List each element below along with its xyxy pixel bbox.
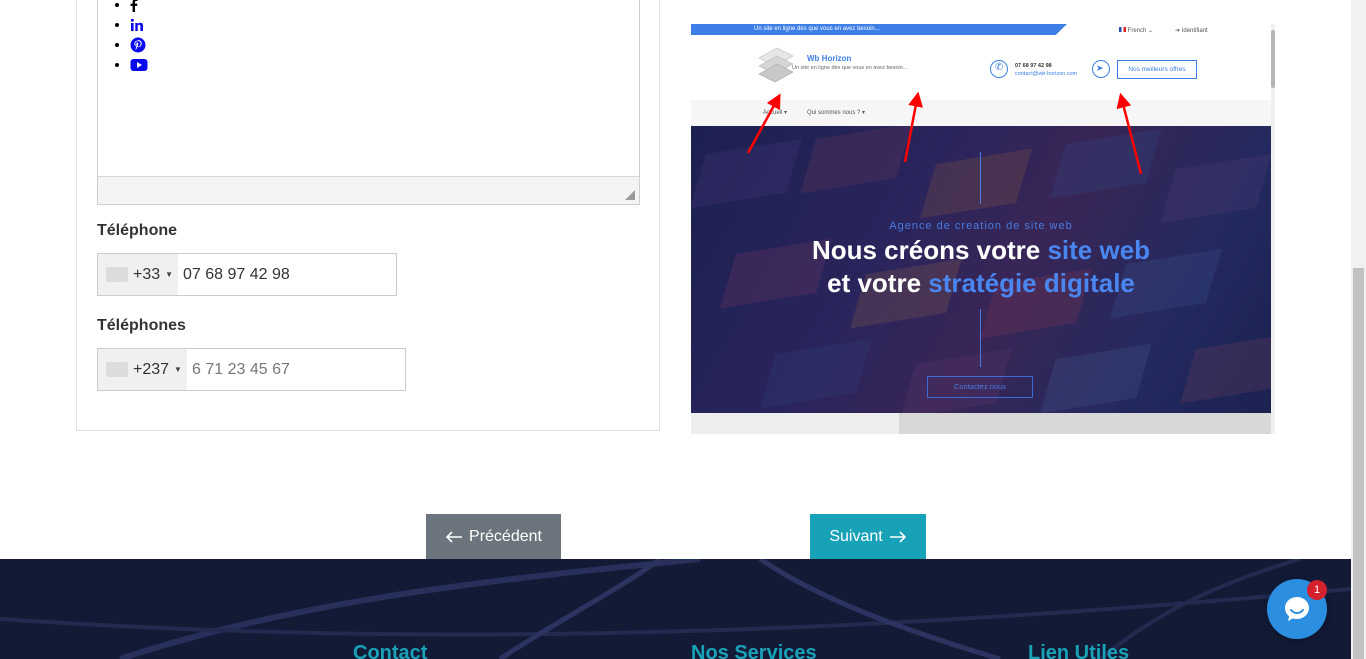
- previous-button[interactable]: Précédent: [426, 514, 561, 559]
- footer-title-links: Lien Utiles: [1028, 642, 1130, 659]
- telephones-field[interactable]: +237 ▼: [97, 348, 406, 391]
- annotation-arrows: [746, 91, 1143, 175]
- country-code-selector[interactable]: +237 ▼: [98, 349, 187, 390]
- facebook-icon[interactable]: [130, 0, 138, 13]
- country-code: +33: [133, 265, 161, 283]
- list-item: [130, 54, 148, 74]
- red-arrow-icon: [1116, 92, 1143, 175]
- caret-down-icon: ▼: [165, 270, 174, 279]
- list-item: [130, 14, 148, 34]
- list-item: [130, 34, 148, 54]
- social-icon-list: [130, 0, 148, 74]
- red-arrow-icon: [903, 91, 923, 163]
- telephones-label: Téléphones: [97, 317, 186, 334]
- chat-notification-badge: 1: [1307, 580, 1327, 600]
- previous-button-label: Précédent: [469, 527, 542, 545]
- list-item: [130, 0, 148, 14]
- editor-status-bar: [98, 176, 639, 204]
- website-preview-image: Un site en ligne dès que vous en avez be…: [691, 24, 1275, 434]
- footer-background-roads: [0, 559, 1351, 659]
- telephones-input[interactable]: [187, 349, 405, 390]
- arrow-left-icon: [445, 530, 463, 543]
- chat-bubble-icon: [1285, 597, 1309, 621]
- red-arrow-icon: [746, 93, 781, 154]
- footer: Contact Nos Services Lien Utiles: [0, 559, 1351, 659]
- country-code-selector[interactable]: +33 ▼: [98, 254, 178, 295]
- rich-text-editor[interactable]: [97, 0, 640, 205]
- flag-icon: [106, 362, 128, 377]
- resize-grip-icon[interactable]: [625, 190, 635, 200]
- next-button[interactable]: Suivant: [810, 514, 926, 559]
- pinterest-icon[interactable]: [130, 37, 146, 53]
- linkedin-icon[interactable]: [130, 18, 144, 32]
- youtube-icon[interactable]: [130, 58, 148, 72]
- telephone-field[interactable]: +33 ▼: [97, 253, 397, 296]
- flag-icon: [106, 267, 128, 282]
- footer-title-contact: Contact: [353, 642, 428, 659]
- arrow-right-icon: [889, 530, 906, 543]
- telephone-label: Téléphone: [97, 222, 178, 239]
- preview-scrollbar-thumb: [1271, 30, 1275, 88]
- country-code: +237: [133, 360, 170, 378]
- page-scrollbar-thumb[interactable]: [1353, 268, 1364, 659]
- caret-down-icon: ▼: [174, 365, 182, 374]
- next-button-label: Suivant: [829, 527, 883, 545]
- telephone-input[interactable]: [178, 254, 396, 295]
- footer-title-services: Nos Services: [691, 642, 817, 659]
